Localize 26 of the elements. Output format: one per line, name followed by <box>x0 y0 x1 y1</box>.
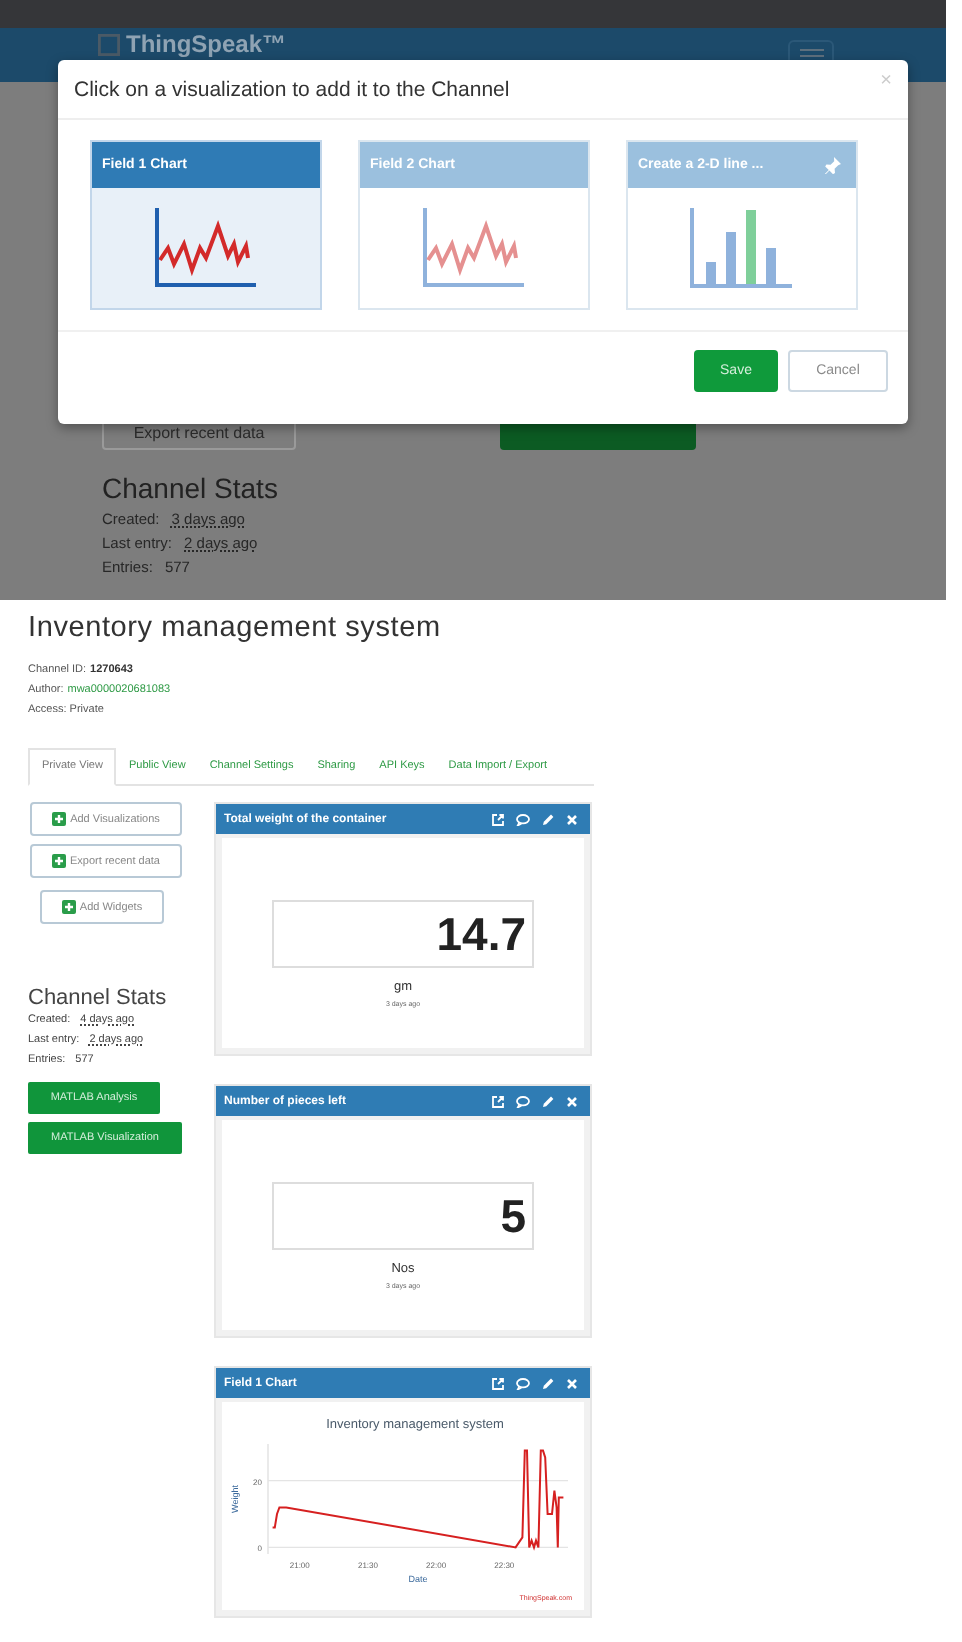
plus-icon <box>52 812 67 826</box>
comment-icon <box>516 1095 530 1107</box>
close-icon <box>566 1095 578 1107</box>
bar-chart-icon <box>690 208 794 288</box>
section-title: Channel Stats <box>28 986 169 1010</box>
external-link-icon <box>492 813 504 825</box>
line-chart-icon <box>154 208 258 288</box>
dialog-title: Click on a visualization to add it to the Channel <box>74 77 510 101</box>
external-link-icon <box>492 1377 504 1389</box>
pencil-icon <box>542 1377 554 1389</box>
brand-name: ThingSpeak™ <box>126 30 287 58</box>
comment-icon <box>516 1377 530 1389</box>
pencil-icon <box>542 813 554 825</box>
close-icon <box>566 813 578 825</box>
close-icon <box>566 1377 578 1389</box>
comment-icon <box>516 813 530 825</box>
plus-icon <box>52 854 67 868</box>
value-display: 14.7 <box>272 900 534 968</box>
external-link-icon <box>492 1095 504 1107</box>
section-title: Channel Stats <box>102 472 280 504</box>
value-display: 5 <box>272 1182 534 1250</box>
pencil-icon <box>542 1095 554 1107</box>
plus-icon <box>61 900 76 914</box>
logo-icon <box>98 33 120 55</box>
channel-title: Inventory management system <box>28 614 443 644</box>
line-chart-icon <box>422 208 526 288</box>
